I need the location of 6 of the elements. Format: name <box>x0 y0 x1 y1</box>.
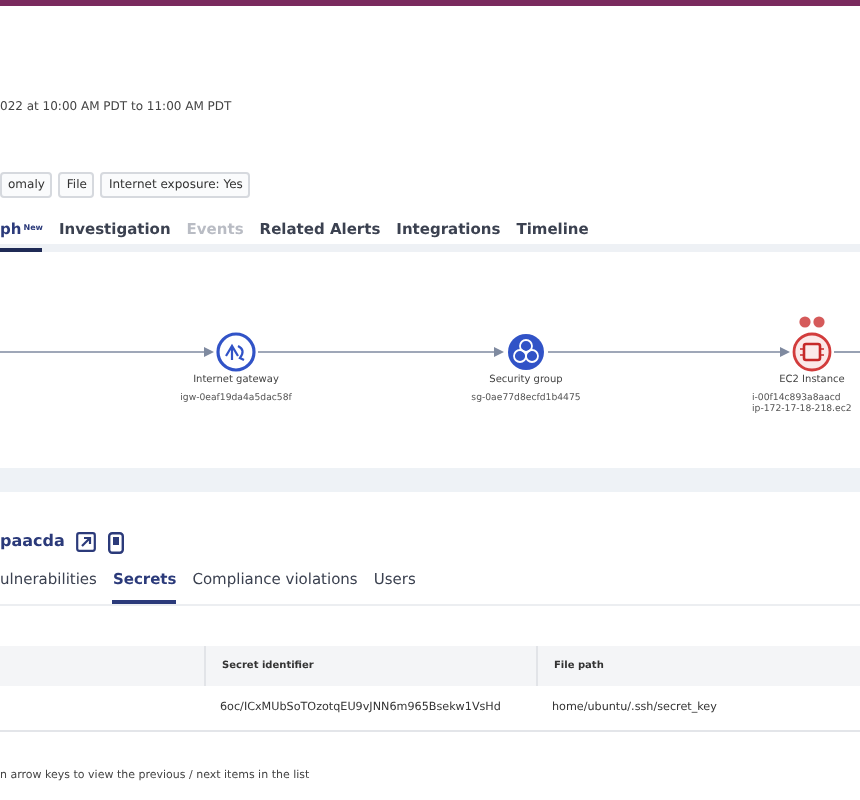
gateway-icon[interactable] <box>216 332 256 372</box>
external-link-icon[interactable] <box>76 532 97 552</box>
chip-icon[interactable] <box>792 332 832 372</box>
security-group-icon[interactable] <box>508 334 544 370</box>
copy-icon[interactable] <box>108 531 125 553</box>
resource-name[interactable]: paacda <box>0 530 65 554</box>
